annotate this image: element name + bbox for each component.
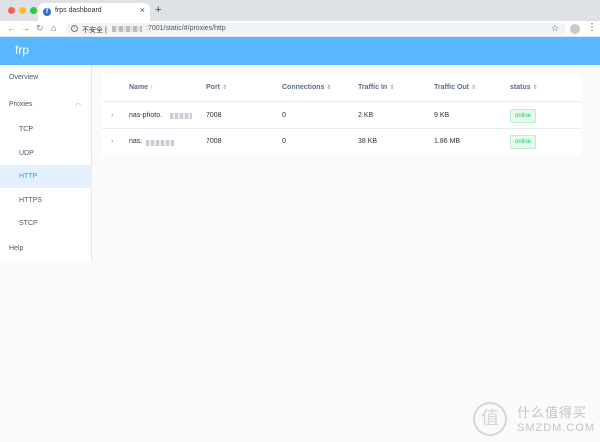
- star-icon[interactable]: ☆: [551, 23, 559, 34]
- proxy-port: 7008: [206, 112, 222, 119]
- proxy-traffic-in: 38 KB: [358, 138, 378, 145]
- sort-icon[interactable]: ⇕: [326, 85, 331, 91]
- app-header: frp: [0, 37, 600, 65]
- sort-icon[interactable]: ⇕: [471, 85, 476, 91]
- sidebar-item-help[interactable]: Help: [0, 237, 92, 260]
- proxy-traffic-out: 1.86 MB: [434, 138, 461, 145]
- chevron-up-icon: ︿: [74, 101, 81, 107]
- url-redacted: [112, 26, 142, 32]
- proxy-traffic-in: 2 KB: [358, 112, 374, 119]
- sidebar-item-overview[interactable]: Overview: [0, 66, 92, 89]
- browser-toolbar: ← → ↻ ⌂ i 不安全 | :7001/static/#/proxies/h…: [0, 21, 600, 37]
- browser-tab-strip: f frps dashboard × +: [0, 0, 600, 21]
- status-badge: online: [510, 135, 537, 149]
- tab-title: frps dashboard: [55, 7, 102, 14]
- proxy-table: Name ↑ Port ⇕ Connections ⇕ Traffic In ⇕ Tra…: [102, 74, 581, 156]
- back-arrow-icon[interactable]: ←: [7, 23, 16, 34]
- watermark-en: SMZDM.COM: [517, 422, 596, 434]
- kebab-menu-icon[interactable]: ⋮: [587, 22, 597, 34]
- row-divider: [102, 128, 581, 129]
- watermark-cn: 什么值得买: [517, 405, 588, 420]
- new-tab-button[interactable]: +: [155, 4, 161, 16]
- sidebar-item-http[interactable]: HTTP: [0, 165, 92, 188]
- info-icon[interactable]: i: [71, 25, 78, 32]
- redacted-text: [146, 140, 174, 146]
- row-divider: [102, 101, 581, 102]
- sort-icon[interactable]: ⇕: [222, 85, 227, 91]
- smzdm-watermark: 值 什么值得买 SMZDM.COM: [473, 400, 595, 438]
- column-header-name[interactable]: Name ↑: [129, 84, 153, 91]
- reload-icon[interactable]: ↻: [36, 23, 44, 34]
- browser-tab[interactable]: f frps dashboard ×: [38, 3, 150, 21]
- forward-arrow-icon[interactable]: →: [21, 23, 30, 34]
- column-header-connections[interactable]: Connections ⇕: [282, 84, 331, 91]
- expand-row-chevron-icon[interactable]: ›: [111, 138, 113, 145]
- proxy-name: nas-photo.: [129, 112, 163, 119]
- minimize-window-button[interactable]: [19, 7, 26, 14]
- sidebar-item-udp[interactable]: UDP: [0, 142, 92, 165]
- proxy-name: nas.: [129, 138, 143, 145]
- sort-icon[interactable]: ⇕: [389, 85, 394, 91]
- tab-close-icon[interactable]: ×: [140, 5, 145, 15]
- proxy-connections: 0: [282, 138, 286, 145]
- sidebar-item-proxies[interactable]: Proxies ︿: [0, 93, 92, 116]
- close-window-button[interactable]: [8, 7, 15, 14]
- frp-favicon-icon: f: [43, 8, 51, 16]
- profile-icon[interactable]: [570, 24, 580, 34]
- maximize-window-button[interactable]: [30, 7, 37, 14]
- home-icon[interactable]: ⌂: [51, 23, 56, 34]
- proxy-connections: 0: [282, 112, 286, 119]
- column-header-traffic-in[interactable]: Traffic In ⇕: [358, 84, 394, 91]
- sort-ascending-icon[interactable]: ↑: [150, 85, 153, 91]
- proxy-traffic-out: 9 KB: [434, 112, 450, 119]
- column-header-status[interactable]: status ⇕: [510, 84, 538, 91]
- smzdm-logo-icon: 值: [473, 402, 507, 436]
- redacted-text: [170, 113, 192, 119]
- address-bar[interactable]: i 不安全 | :7001/static/#/proxies/http: [66, 23, 566, 35]
- column-header-traffic-out[interactable]: Traffic Out ⇕: [434, 84, 476, 91]
- insecure-label: 不安全 |: [82, 27, 107, 34]
- brand-logo[interactable]: frp: [15, 43, 29, 57]
- sidebar-item-stcp[interactable]: STCP: [0, 212, 92, 235]
- expand-row-chevron-icon[interactable]: ›: [111, 112, 113, 119]
- sidebar-item-tcp[interactable]: TCP: [0, 118, 92, 141]
- sort-icon[interactable]: ⇕: [533, 85, 538, 91]
- sidebar: Overview Proxies ︿ TCP UDP HTTP HTTPS ST…: [0, 65, 92, 261]
- url-text[interactable]: :7001/static/#/proxies/http: [146, 25, 226, 32]
- status-badge: online: [510, 109, 537, 123]
- proxy-port: 7008: [206, 138, 222, 145]
- sidebar-item-https[interactable]: HTTPS: [0, 189, 92, 212]
- column-header-port[interactable]: Port ⇕: [206, 84, 227, 91]
